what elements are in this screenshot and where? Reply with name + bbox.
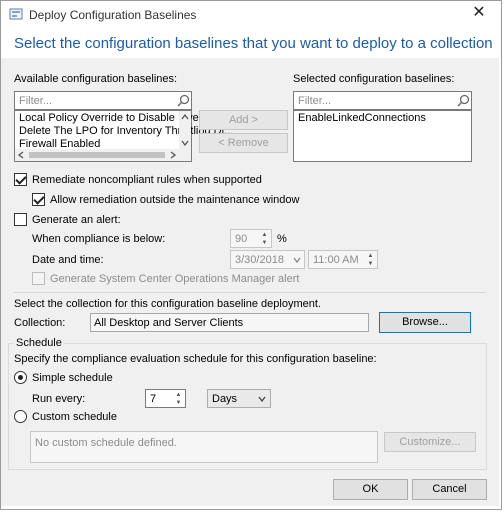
collection-field[interactable]: All Desktop and Server Clients [90,313,369,332]
browse-button[interactable]: Browse... [379,312,471,333]
run-every-label: Run every: [32,393,86,405]
chevron-up-icon[interactable] [181,114,189,120]
configuration-icon [9,8,23,20]
custom-schedule-display: No custom schedule defined. [30,431,378,463]
selected-list[interactable]: EnableLinkedConnections [293,110,472,162]
custom-schedule-text: No custom schedule defined. [35,437,177,449]
title-bar: Deploy Configuration Baselines ✕ [1,1,501,27]
run-every-value: 7 [150,393,157,405]
selected-filter-placeholder: Filter... [298,95,332,107]
time-value: 11:00 AM [313,254,359,266]
chevron-down-icon[interactable] [181,140,189,146]
allow-remediation-checkbox[interactable] [32,193,45,206]
remove-button[interactable]: < Remove [199,133,288,153]
search-icon [177,94,190,107]
scom-alert-checkbox[interactable] [32,272,45,285]
selected-filter-input[interactable]: Filter... [293,91,472,110]
simple-schedule-radio[interactable] [14,371,27,384]
available-label: Available configuration baselines: [14,73,178,85]
spin-up-icon[interactable]: ▲ [173,391,184,399]
spin-up-icon[interactable]: ▲ [259,231,270,239]
schedule-unit-value: Days [212,393,238,405]
window-title: Deploy Configuration Baselines [29,8,197,22]
customize-button[interactable]: Customize... [384,432,476,452]
remediate-label: Remediate noncompliant rules when suppor… [32,174,262,186]
collection-value: All Desktop and Server Clients [94,317,244,329]
scom-alert-label: Generate System Center Operations Manage… [50,273,300,285]
available-list[interactable]: Local Policy Override to Disable Invento… [14,110,235,162]
generate-alert-checkbox[interactable] [14,213,27,226]
available-filter-input[interactable]: Filter... [14,91,192,110]
search-icon [457,94,470,107]
vertical-scrollbar[interactable] [179,111,191,149]
scroll-thumb[interactable] [29,152,165,158]
compliance-spinner[interactable]: 90 ▲ ▼ [230,229,272,248]
chevron-left-icon[interactable] [18,151,24,159]
custom-schedule-radio[interactable] [14,410,27,423]
compliance-value: 90 [235,233,248,245]
collection-instruction: Select the collection for this configura… [14,298,321,310]
horizontal-scrollbar[interactable] [15,149,191,161]
close-icon[interactable]: ✕ [469,4,489,22]
collection-label: Collection: [14,317,66,329]
spin-down-icon[interactable]: ▼ [173,399,184,407]
schedule-unit-select[interactable]: Days [207,389,271,408]
divider [14,292,486,293]
compliance-label: When compliance is below: [32,233,166,245]
date-value: 3/30/2018 [235,254,284,266]
time-spinner[interactable]: 11:00 AM ▲ ▼ [308,250,378,269]
allow-remediation-label: Allow remediation outside the maintenanc… [50,194,300,206]
spin-down-icon[interactable]: ▼ [365,260,376,268]
chevron-down-icon [258,396,266,402]
selected-label: Selected configuration baselines: [293,73,455,85]
date-picker[interactable]: 3/30/2018 [230,250,305,269]
ok-button[interactable]: OK [333,479,408,500]
custom-schedule-label: Custom schedule [32,411,117,423]
add-button[interactable]: Add > [199,110,288,130]
spin-up-icon[interactable]: ▲ [365,252,376,260]
percent-label: % [277,233,287,245]
generate-alert-label: Generate an alert: [32,214,121,226]
remediate-checkbox[interactable] [14,173,27,186]
chevron-right-icon[interactable] [170,151,176,159]
list-item[interactable]: EnableLinkedConnections [298,112,426,124]
schedule-instruction: Specify the compliance evaluation schedu… [14,353,377,365]
schedule-group-label: Schedule [14,337,64,349]
run-every-spinner[interactable]: 7 ▲ ▼ [145,389,186,408]
cancel-button[interactable]: Cancel [412,479,487,500]
page-header: Select the configuration baselines that … [14,35,493,52]
date-time-label: Date and time: [32,254,104,266]
available-filter-placeholder: Filter... [19,95,53,107]
simple-schedule-label: Simple schedule [32,372,113,384]
spin-down-icon[interactable]: ▼ [259,239,270,247]
chevron-down-icon[interactable] [293,257,301,263]
